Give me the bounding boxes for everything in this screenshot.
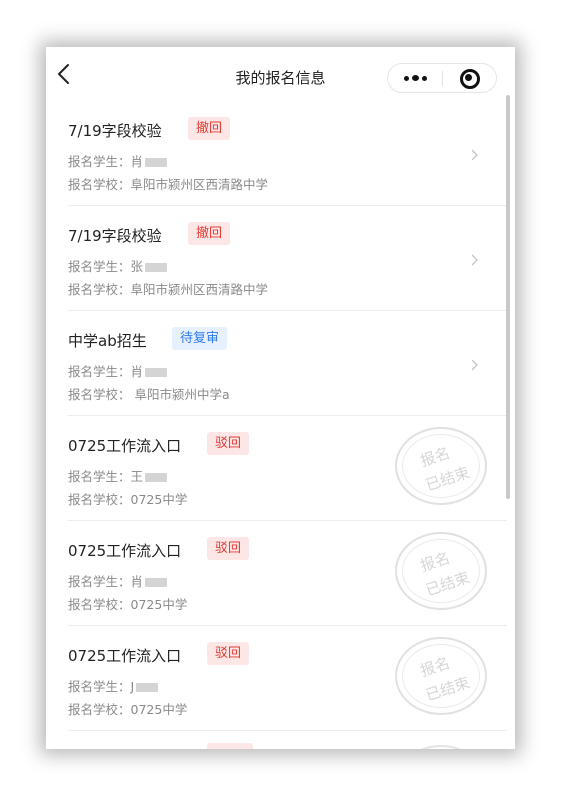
- status-badge: 驳回: [207, 432, 250, 455]
- student-label: 报名学生：: [68, 364, 131, 379]
- list-item[interactable]: 7/19字段校验 撤回报名学生：张报名学校：阜阳市颍州区西清路中学: [46, 206, 515, 311]
- student-line: 报名学生：肖: [68, 151, 168, 170]
- school-line: 报名学校：0725中学: [68, 594, 187, 613]
- list-item[interactable]: 7/19字段校验 撤回报名学生：肖报名学校：阜阳市颍州区西清路中学: [46, 101, 515, 206]
- student-label: 报名学生：: [68, 259, 131, 274]
- activity-title: 0725工作流入口: [68, 647, 182, 665]
- status-badge: 撤回: [188, 222, 231, 245]
- school-label: 报名学校：: [68, 597, 131, 612]
- school-line: 报名学校： 阜阳市颍州中学a: [68, 384, 230, 403]
- ended-stamp: 报名 已结束: [395, 427, 487, 505]
- list-item-partial: [46, 731, 515, 749]
- school-name: 阜阳市颍州区西清路中学: [130, 282, 269, 297]
- activity-title: 中学ab招生: [68, 332, 147, 350]
- activity-title: 7/19字段校验: [68, 227, 162, 245]
- school-line: 报名学校：0725中学: [68, 489, 187, 508]
- student-name: 肖: [130, 574, 144, 589]
- list-item[interactable]: 中学ab招生 待复审 报名学生：肖 报名学校： 阜阳市颍州中学a: [46, 311, 515, 416]
- school-line: 报名学校：阜阳市颍州区西清路中学: [68, 174, 268, 193]
- school-line: 报名学校：阜阳市颍州区西清路中学: [68, 279, 268, 298]
- school-label: 报名学校：: [68, 387, 131, 402]
- school-name: 0725中学: [130, 597, 188, 612]
- phone-screen: 我的报名信息 7/19字段校验 撤回 报名学生：肖 报名学校：阜阳市颍州区西清路中学 7…: [46, 47, 515, 749]
- list-item[interactable]: 0725工作流入口 驳回报名学生：J 报名学校：0725中学 报名 已结束: [46, 626, 515, 731]
- ended-stamp-partial: [395, 745, 487, 749]
- student-name: 肖: [130, 154, 144, 169]
- activity-title: 0725工作流入口: [68, 542, 182, 560]
- masked-name: [145, 368, 168, 377]
- student-line: 报名学生：张: [68, 256, 168, 275]
- student-label: 报名学生：: [68, 574, 131, 589]
- student-name: 肖: [130, 364, 144, 379]
- student-name: J: [130, 679, 135, 694]
- school-label: 报名学校：: [68, 177, 131, 192]
- student-label: 报名学生：: [68, 679, 131, 694]
- masked-name: [145, 158, 168, 167]
- nav-bar: 我的报名信息: [46, 47, 515, 101]
- chevron-right-icon: [470, 146, 478, 161]
- scrollbar[interactable]: [506, 95, 510, 499]
- student-line: 报名学生：肖: [68, 361, 168, 380]
- school-label: 报名学校：: [68, 282, 131, 297]
- masked-name: [145, 578, 168, 587]
- student-name: 张: [130, 259, 144, 274]
- school-name: 0725中学: [130, 702, 188, 717]
- list-item[interactable]: 0725工作流入口 驳回 报名学生：肖 报名学校：0725中学 报名 已结束: [46, 521, 515, 626]
- school-name: 0725中学: [130, 492, 188, 507]
- more-dots-icon[interactable]: [388, 64, 442, 92]
- list-item[interactable]: 0725工作流入口 驳回 报名学生：王 报名学校：0725中学 报名 已结束: [46, 416, 515, 521]
- masked-name: [145, 473, 168, 482]
- school-line: 报名学校：0725中学: [68, 699, 187, 718]
- registration-list: 7/19字段校验 撤回 报名学生：肖 报名学校：阜阳市颍州区西清路中学 7/19字段校验…: [46, 101, 515, 749]
- mini-program-capsule: [387, 63, 497, 93]
- student-line: 报名学生：肖: [68, 571, 168, 590]
- student-line: 报名学生：王: [68, 466, 168, 485]
- school-label: 报名学校：: [68, 492, 131, 507]
- activity-title: 0725工作流入口: [68, 437, 182, 455]
- status-badge-partial: [207, 743, 253, 749]
- masked-name: [145, 263, 168, 272]
- chevron-right-icon: [470, 251, 478, 266]
- status-badge: 撤回: [188, 117, 231, 140]
- school-label: 报名学校：: [68, 702, 131, 717]
- school-name: 阜阳市颍州中学a: [130, 387, 230, 402]
- status-badge: 驳回: [207, 537, 250, 560]
- student-line: 报名学生：J: [68, 676, 159, 695]
- activity-title: 7/19字段校验: [68, 122, 162, 140]
- ended-stamp: 报名 已结束: [395, 637, 487, 715]
- target-circle-icon[interactable]: [443, 64, 497, 92]
- chevron-right-icon: [470, 356, 478, 371]
- school-name: 阜阳市颍州区西清路中学: [130, 177, 269, 192]
- student-name: 王: [130, 469, 144, 484]
- student-label: 报名学生：: [68, 469, 131, 484]
- ended-stamp: 报名 已结束: [395, 532, 487, 610]
- status-badge: 驳回: [207, 642, 250, 665]
- status-badge: 待复审: [172, 327, 228, 350]
- masked-name: [136, 683, 159, 692]
- student-label: 报名学生：: [68, 154, 131, 169]
